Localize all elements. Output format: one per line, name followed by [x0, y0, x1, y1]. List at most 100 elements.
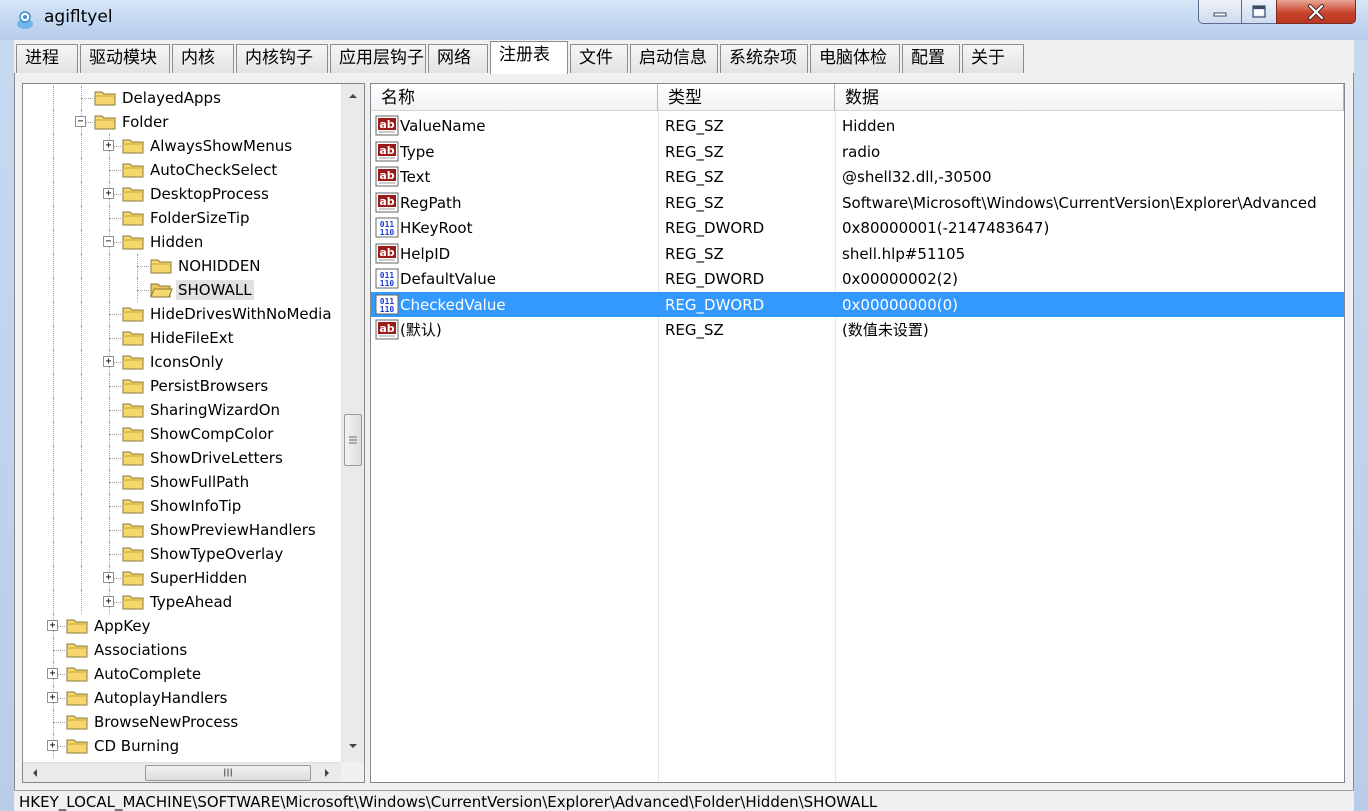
value-row[interactable]: 011 110 DefaultValue REG_DWORD 0x00000002(2) [371, 266, 1344, 291]
tree-horizontal-scrollbar[interactable]: III [23, 762, 341, 782]
tab-driver-modules[interactable]: 驱动模块 [80, 44, 170, 73]
expand-plus-icon[interactable]: + [103, 356, 114, 367]
tree-item-label: ShowTypeOverlay [150, 545, 284, 563]
tree-item[interactable]: + AutoplayHandlers [23, 686, 341, 710]
tree-item[interactable]: SHOWALL [23, 278, 341, 302]
tree-guide-line [109, 218, 121, 219]
tree-item[interactable]: AutoCheckSelect [23, 158, 341, 182]
tree-item[interactable]: DelayedApps [23, 86, 341, 110]
scroll-up-button[interactable] [342, 86, 364, 106]
tree-guide-line [81, 158, 82, 182]
value-row[interactable]: 011 110 HKeyRoot REG_DWORD 0x80000001(-21474… [371, 215, 1344, 240]
tab-kernel[interactable]: 内核 [172, 44, 234, 73]
column-header-data[interactable]: 数据 [835, 84, 1344, 111]
string-value-icon: ab [375, 243, 399, 263]
tree-item[interactable]: + SuperHidden [23, 566, 341, 590]
value-row[interactable]: ab ValueName REG_SZ Hidden [371, 113, 1344, 138]
folder-icon [66, 715, 88, 730]
close-icon [1308, 3, 1324, 20]
expand-plus-icon[interactable]: + [47, 620, 58, 631]
tab-pc-checkup[interactable]: 电脑体检 [810, 44, 900, 73]
tree-guide-line [81, 230, 82, 254]
tree-item[interactable]: ShowTypeOverlay [23, 542, 341, 566]
folder-icon [122, 379, 144, 394]
scroll-thumb[interactable] [344, 414, 362, 466]
collapse-minus-icon[interactable]: − [75, 116, 86, 127]
value-row[interactable]: ab Text REG_SZ @shell32.dll,-30500 [371, 164, 1344, 189]
tree-item[interactable]: ShowCompColor [23, 422, 341, 446]
tree-item[interactable]: + IconsOnly [23, 350, 341, 374]
close-button[interactable] [1276, 0, 1356, 24]
value-type: REG_SZ [665, 321, 724, 339]
tree-item[interactable]: NOHIDDEN [23, 254, 341, 278]
maximize-button[interactable] [1241, 0, 1277, 24]
value-row[interactable]: ab (默认) REG_SZ (数值未设置) [371, 317, 1344, 342]
tab-network[interactable]: 网络 [428, 44, 488, 73]
tree-item[interactable]: ShowDriveLetters [23, 446, 341, 470]
expand-plus-icon[interactable]: + [103, 572, 114, 583]
value-row[interactable]: ab RegPath REG_SZ Software\Microsoft\Window… [371, 190, 1344, 215]
svg-text:110: 110 [380, 228, 395, 237]
tree-item[interactable]: BrowseNewProcess [23, 710, 341, 734]
svg-text:ab: ab [379, 322, 394, 335]
tree-item[interactable]: HideDrivesWithNoMedia [23, 302, 341, 326]
tree-item[interactable]: FolderSizeTip [23, 206, 341, 230]
tree-item[interactable]: + CD Burning [23, 734, 341, 758]
tab-process[interactable]: 进程 [16, 44, 78, 73]
tree-guide-line [81, 422, 82, 446]
tree-item[interactable]: HideFileExt [23, 326, 341, 350]
tree-item[interactable]: ShowFullPath [23, 470, 341, 494]
scroll-left-button[interactable] [25, 763, 45, 782]
tab-app-hooks[interactable]: 应用层钩子 [330, 44, 426, 73]
tree-item[interactable]: + AppKey [23, 614, 341, 638]
tree-vertical-scrollbar[interactable] [341, 84, 364, 762]
expand-plus-icon[interactable]: + [103, 596, 114, 607]
expand-plus-icon[interactable]: + [103, 140, 114, 151]
tab-system-misc[interactable]: 系统杂项 [720, 44, 808, 73]
hscroll-thumb[interactable]: III [145, 765, 311, 781]
minimize-button[interactable] [1198, 0, 1242, 24]
tree-item[interactable]: PersistBrowsers [23, 374, 341, 398]
tree-item[interactable]: ShowPreviewHandlers [23, 518, 341, 542]
tree-item[interactable]: − Folder [23, 110, 341, 134]
tree-item-label: DesktopProcess [150, 185, 269, 203]
tab-startup-info[interactable]: 启动信息 [630, 44, 718, 73]
value-row[interactable]: ab Type REG_SZ radio [371, 139, 1344, 164]
tree-guide-line [81, 278, 82, 302]
registry-tree[interactable]: DelayedApps − Folder + AlwaysShowMenus AutoCh… [22, 83, 365, 783]
tree-guide-line [81, 398, 82, 422]
tree-item[interactable]: + AlwaysShowMenus [23, 134, 341, 158]
expand-plus-icon[interactable]: + [47, 740, 58, 751]
tree-guide-line [81, 446, 82, 470]
tab-registry[interactable]: 注册表 [490, 41, 568, 74]
tree-item[interactable]: ShowInfoTip [23, 494, 341, 518]
column-header-name[interactable]: 名称 [371, 84, 658, 111]
tree-item-label: NOHIDDEN [178, 257, 261, 275]
tree-item[interactable]: + DesktopProcess [23, 182, 341, 206]
tree-guide-line [109, 530, 121, 531]
tree-guide-line [81, 542, 82, 566]
folder-icon [122, 235, 144, 250]
tab-files[interactable]: 文件 [570, 44, 628, 73]
value-row[interactable]: 011 110 CheckedValue REG_DWORD 0x00000000(0) [371, 291, 1344, 317]
value-row[interactable]: ab HelpID REG_SZ shell.hlp#51105 [371, 241, 1344, 266]
tab-about[interactable]: 关于 [962, 44, 1024, 73]
title-bar[interactable]: agifltyel [0, 0, 1368, 40]
tree-item[interactable]: SharingWizardOn [23, 398, 341, 422]
tab-config[interactable]: 配置 [902, 44, 960, 73]
tree-item[interactable]: + TypeAhead [23, 590, 341, 614]
collapse-minus-icon[interactable]: − [103, 236, 114, 247]
tree-item[interactable]: + AutoComplete [23, 662, 341, 686]
expand-plus-icon[interactable]: + [47, 668, 58, 679]
folder-icon [122, 163, 144, 178]
tab-kernel-hooks[interactable]: 内核钩子 [236, 44, 328, 73]
column-header-type[interactable]: 类型 [658, 84, 835, 111]
expand-plus-icon[interactable]: + [103, 188, 114, 199]
scroll-right-button[interactable] [317, 763, 337, 782]
tree-item[interactable]: − Hidden [23, 230, 341, 254]
tree-item[interactable]: Associations [23, 638, 341, 662]
folder-icon [122, 451, 144, 466]
scroll-down-button[interactable] [342, 736, 364, 756]
expand-plus-icon[interactable]: + [47, 692, 58, 703]
registry-values-list[interactable]: 名称 类型 数据 ab ValueName REG_SZ Hidden ab Type RE… [370, 83, 1345, 783]
